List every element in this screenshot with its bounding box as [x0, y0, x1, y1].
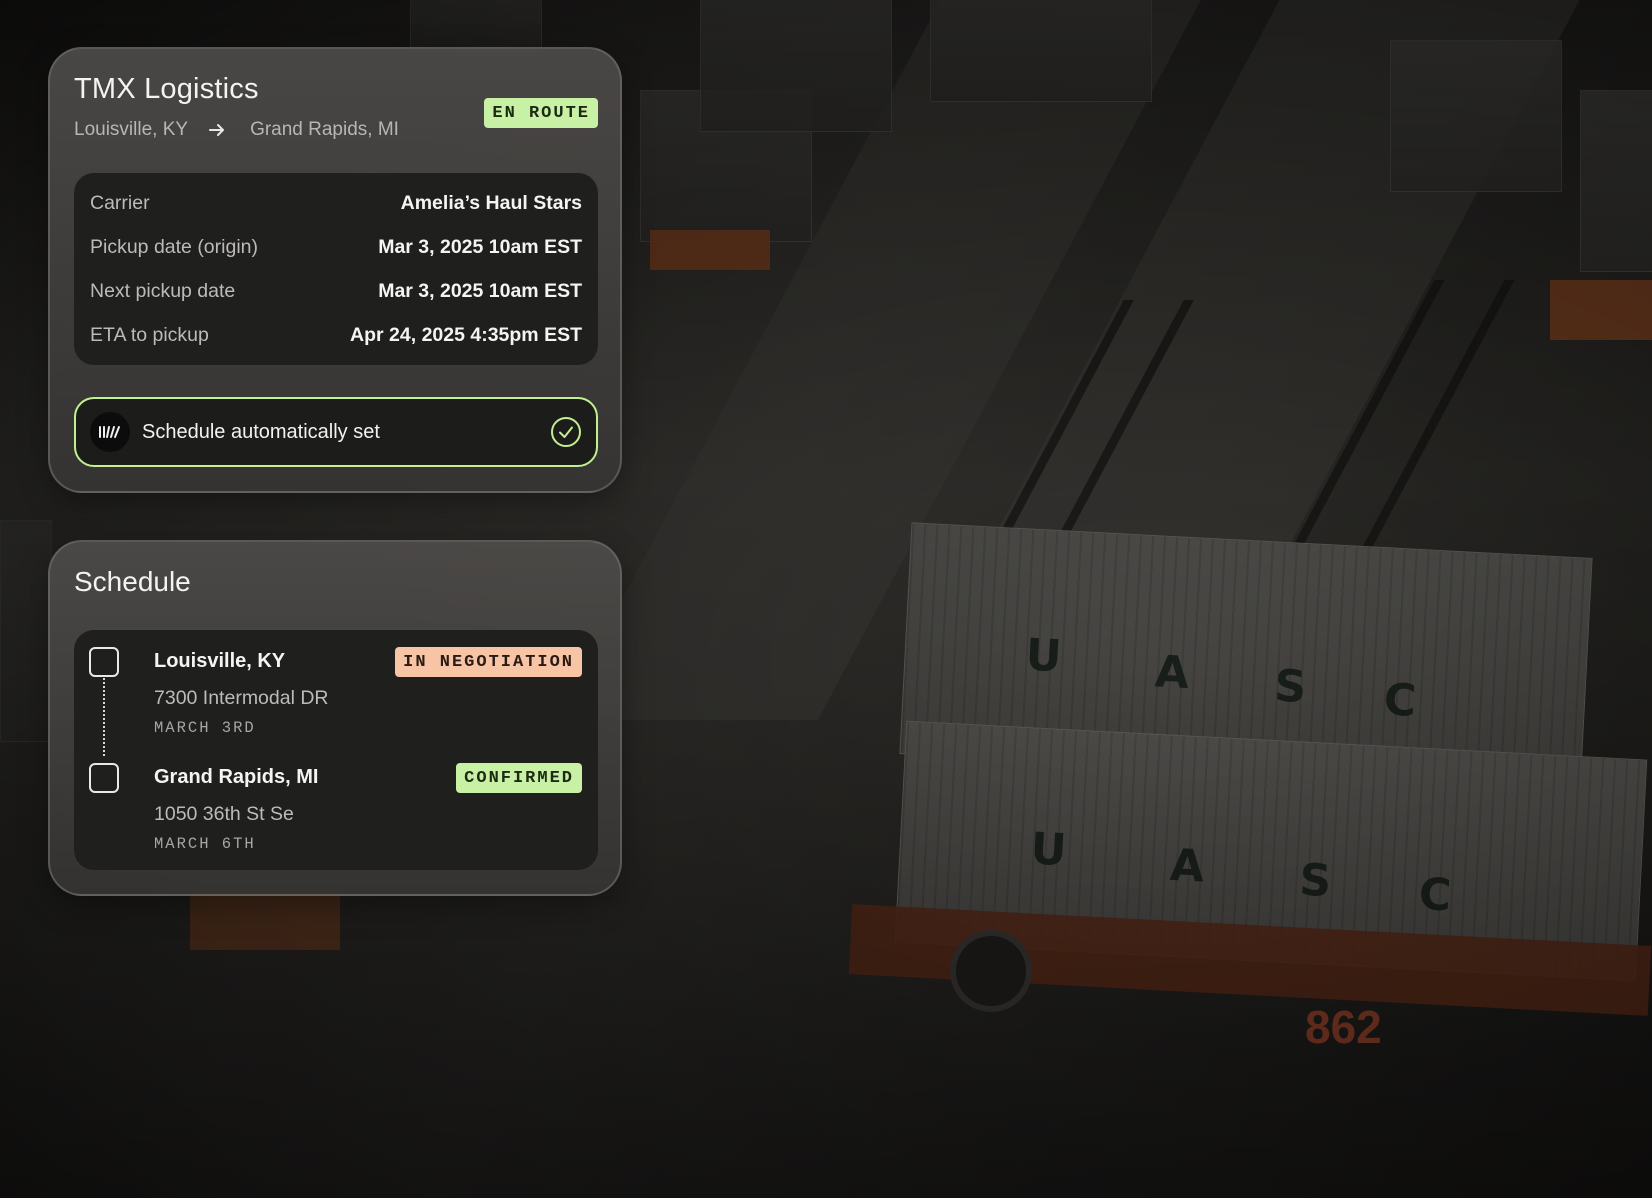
detail-value: Mar 3, 2025 10am EST	[378, 279, 582, 302]
detail-label: Pickup date (origin)	[90, 235, 258, 258]
arrow-right-icon	[209, 124, 225, 136]
auto-schedule-button[interactable]: Schedule automatically set	[74, 397, 598, 467]
stop-status-badge: CONFIRMED	[456, 763, 582, 793]
schedule-card: Schedule Louisville, KY IN NEGOTIATION 7…	[48, 540, 622, 896]
stop-date: MARCH 6TH	[154, 835, 256, 853]
stop-city: Grand Rapids, MI	[154, 766, 319, 788]
detail-value: Amelia’s Haul Stars	[400, 191, 582, 214]
status-badge: EN ROUTE	[484, 98, 598, 128]
detail-value: Apr 24, 2025 4:35pm EST	[350, 323, 582, 346]
schedule-title: Schedule	[74, 566, 191, 597]
stop-connector	[103, 678, 105, 756]
detail-label: ETA to pickup	[90, 323, 209, 346]
detail-value: Mar 3, 2025 10am EST	[378, 235, 582, 258]
detail-row-carrier: Carrier Amelia’s Haul Stars	[90, 181, 582, 225]
route-origin: Louisville, KY	[74, 119, 189, 140]
schedule-stops: Louisville, KY IN NEGOTIATION 7300 Inter…	[74, 630, 598, 870]
stop-city: Louisville, KY	[154, 650, 286, 672]
detail-label: Next pickup date	[90, 279, 236, 302]
detail-label: Carrier	[90, 191, 150, 214]
shipment-card: TMX Logistics Louisville, KY Grand Rapid…	[48, 47, 622, 493]
route-destination: Grand Rapids, MI	[250, 119, 399, 140]
stop-address: 7300 Intermodal DR	[154, 687, 329, 709]
stop-checkbox[interactable]	[89, 647, 119, 677]
shipment-details: Carrier Amelia’s Haul Stars Pickup date …	[74, 173, 598, 365]
check-circle-icon	[551, 417, 581, 447]
detail-row-next-pickup: Next pickup date Mar 3, 2025 10am EST	[90, 269, 582, 313]
detail-row-pickup-date: Pickup date (origin) Mar 3, 2025 10am ES…	[90, 225, 582, 269]
detail-row-eta: ETA to pickup Apr 24, 2025 4:35pm EST	[90, 313, 582, 357]
stop-status-badge: IN NEGOTIATION	[395, 647, 582, 677]
stop-checkbox[interactable]	[89, 763, 119, 793]
stop-date: MARCH 3RD	[154, 719, 256, 737]
stop-address: 1050 36th St Se	[154, 803, 294, 825]
brand-logo-icon	[90, 412, 130, 452]
auto-schedule-text: Schedule automatically set	[142, 420, 380, 443]
